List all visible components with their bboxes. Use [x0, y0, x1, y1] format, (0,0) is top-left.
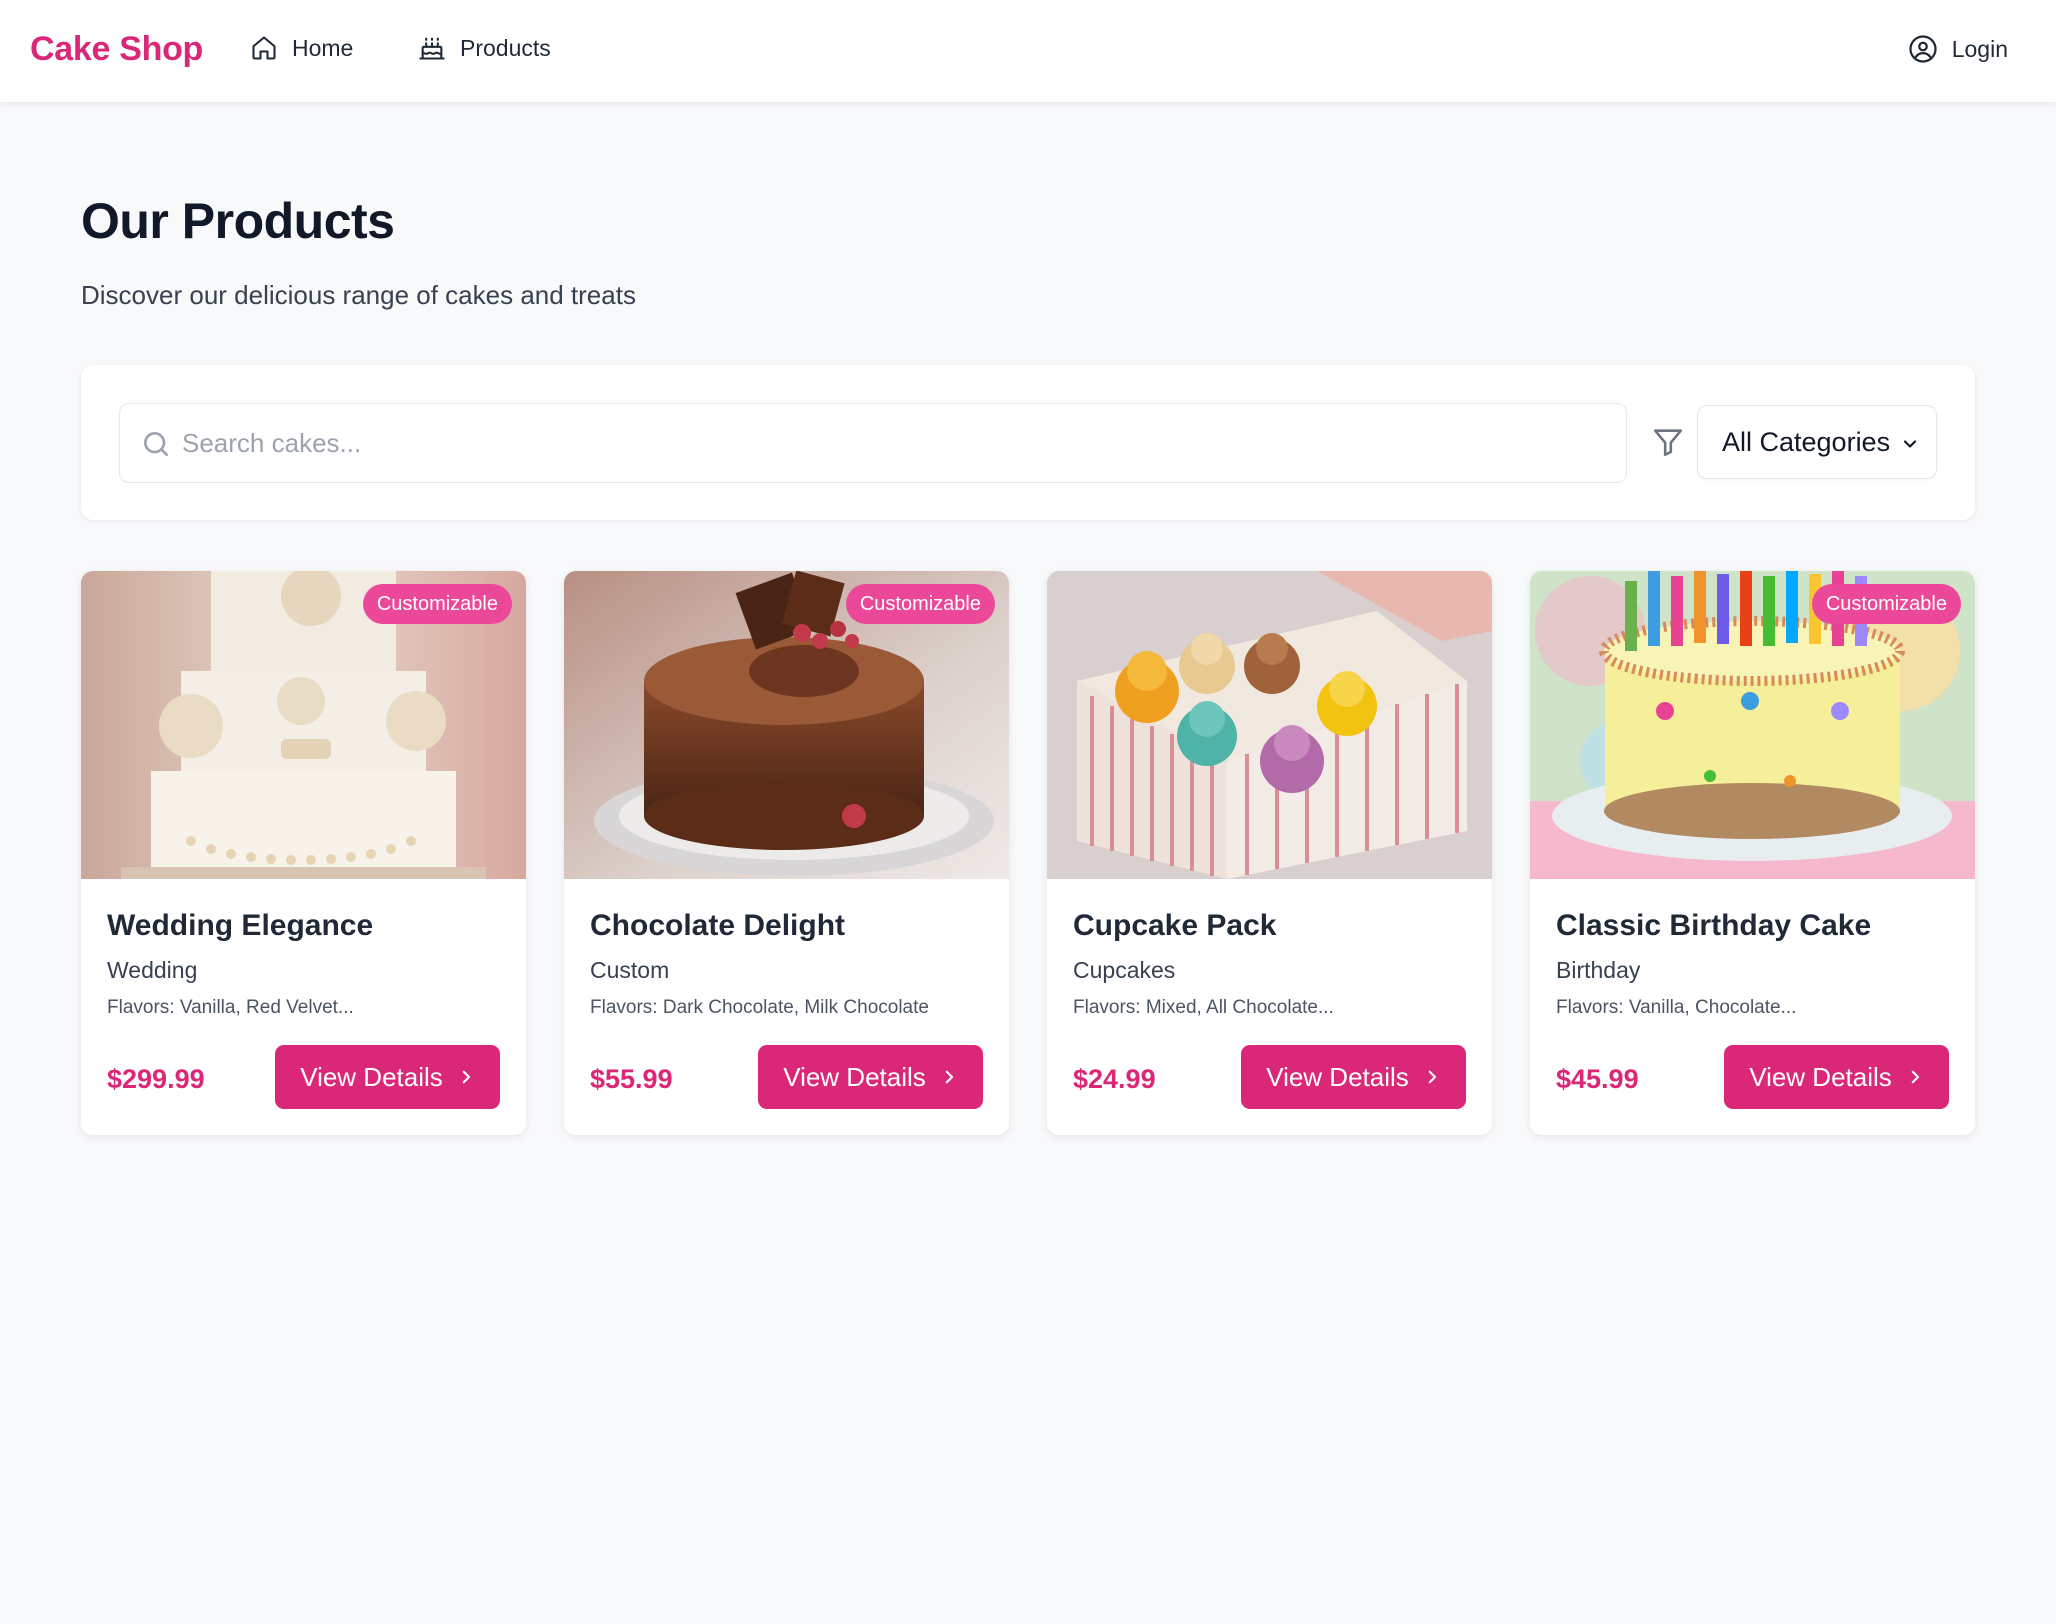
nav-products-label: Products: [460, 34, 551, 61]
product-name: Classic Birthday Cake: [1556, 909, 1872, 942]
page-subtitle: Discover our delicious range of cakes an…: [81, 280, 636, 310]
product-category: Wedding: [107, 957, 198, 983]
login-label: Login: [1951, 35, 2008, 62]
page-title: Our Products: [81, 193, 395, 249]
product-flavors: Flavors: Dark Chocolate, Milk Chocolate: [590, 997, 929, 1018]
view-details-button[interactable]: View Details: [1724, 1045, 1949, 1109]
chevron-right-icon: [1911, 1070, 1919, 1084]
nav-home[interactable]: Home: [250, 34, 353, 62]
customizable-badge: Customizable: [1811, 584, 1961, 624]
view-details-button[interactable]: View Details: [1241, 1045, 1466, 1109]
chevron-right-icon: [945, 1070, 953, 1084]
category-select-value: All Categories: [1722, 426, 1891, 457]
nav-products[interactable]: Products: [418, 34, 551, 62]
view-details-button[interactable]: View Details: [758, 1045, 983, 1109]
cake-icon: [419, 37, 445, 60]
product-card[interactable]: Customizable Chocolate Delight Custom Fl…: [564, 571, 1009, 1135]
product-category: Cupcakes: [1073, 957, 1176, 983]
product-name: Wedding Elegance: [107, 909, 374, 942]
login-link[interactable]: Login: [1908, 34, 2008, 64]
category-select[interactable]: All Categories: [1697, 405, 1937, 479]
product-price: $24.99: [1073, 1064, 1156, 1094]
view-details-button[interactable]: View Details: [275, 1045, 500, 1109]
chevron-right-icon: [1428, 1070, 1436, 1084]
product-card[interactable]: Customizable Classic Birthday Cake Birth…: [1530, 571, 1975, 1135]
user-circle-icon: [1909, 35, 1937, 63]
view-details-label: View Details: [300, 1061, 443, 1092]
product-flavors: Flavors: Mixed, All Chocolate...: [1073, 997, 1334, 1018]
customizable-badge: Customizable: [362, 584, 512, 624]
product-name: Chocolate Delight: [590, 909, 846, 942]
search-box: [119, 403, 1627, 483]
search-panel: All Categories: [81, 365, 1975, 520]
product-name: Cupcake Pack: [1073, 909, 1277, 942]
filter-icon: [1653, 429, 1683, 457]
view-details-label: View Details: [783, 1061, 926, 1092]
product-card[interactable]: Cupcake Pack Cupcakes Flavors: Mixed, Al…: [1047, 571, 1492, 1135]
search-input[interactable]: [182, 404, 1602, 482]
product-card[interactable]: Customizable Wedding Elegance Wedding Fl…: [81, 571, 526, 1135]
product-flavors: Flavors: Vanilla, Red Velvet...: [107, 997, 354, 1018]
product-price: $55.99: [590, 1064, 673, 1094]
nav-home-label: Home: [292, 34, 354, 61]
product-price: $45.99: [1556, 1064, 1639, 1094]
top-navbar: Cake Shop Home Products Login: [0, 0, 2056, 102]
chevron-right-icon: [462, 1070, 470, 1084]
chevron-down-icon: [1903, 440, 1917, 448]
view-details-label: View Details: [1749, 1061, 1892, 1092]
search-icon: [144, 432, 168, 456]
product-flavors: Flavors: Vanilla, Chocolate...: [1556, 997, 1797, 1018]
customizable-badge: Customizable: [845, 584, 995, 624]
product-category: Custom: [590, 957, 670, 983]
product-category: Birthday: [1556, 957, 1641, 983]
home-icon: [252, 36, 276, 60]
product-image-cupcake-pack[interactable]: [1047, 571, 1492, 879]
view-details-label: View Details: [1266, 1061, 1409, 1092]
product-price: $299.99: [107, 1064, 205, 1094]
brand-logo[interactable]: Cake Shop: [30, 30, 203, 69]
